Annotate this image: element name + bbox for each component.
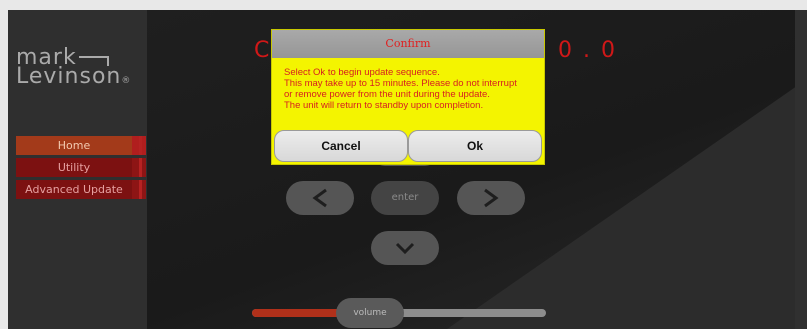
sidebar-nav: Home Utility Advanced Update bbox=[16, 136, 146, 202]
scrollbar[interactable] bbox=[795, 10, 807, 329]
left-button[interactable] bbox=[286, 181, 354, 215]
down-button[interactable] bbox=[371, 231, 439, 265]
display-text-right: 0 . 0 bbox=[558, 38, 617, 63]
dialog-title: Confirm bbox=[272, 30, 544, 58]
sidebar-item-label: Advanced Update bbox=[25, 183, 123, 196]
dialog-message-line: or remove power from the unit during the… bbox=[284, 89, 490, 100]
sidebar: mark Levinson® Home Utility Advanced Upd… bbox=[8, 10, 147, 329]
volume-knob[interactable]: volume bbox=[336, 298, 404, 328]
sidebar-item-home[interactable]: Home bbox=[16, 136, 146, 155]
chevron-left-icon bbox=[312, 188, 327, 208]
sidebar-item-advanced-update[interactable]: Advanced Update bbox=[16, 180, 146, 199]
dialog-actions: Cancel Ok bbox=[274, 130, 542, 162]
chevron-down-icon bbox=[395, 242, 415, 255]
nav-stripe bbox=[139, 180, 142, 199]
confirm-dialog: Confirm Select Ok to begin update sequen… bbox=[272, 30, 544, 164]
display-text-left: C bbox=[254, 38, 272, 63]
dialog-message: Select Ok to begin update sequence. This… bbox=[272, 58, 544, 111]
ok-button[interactable]: Ok bbox=[408, 130, 542, 162]
cancel-button[interactable]: Cancel bbox=[274, 130, 408, 162]
sidebar-item-label: Home bbox=[57, 139, 91, 152]
volume-fill bbox=[252, 309, 344, 317]
logo-line2: Levinson bbox=[16, 64, 122, 89]
dialog-message-line: The unit will return to standby upon com… bbox=[284, 100, 484, 111]
logo-arrow-icon bbox=[78, 56, 109, 66]
nav-stripe bbox=[139, 158, 142, 177]
dialog-message-line: This may take up to 15 minutes. Please d… bbox=[284, 78, 517, 89]
logo-reg-mark: ® bbox=[121, 76, 132, 86]
mark-levinson-logo: mark Levinson® bbox=[16, 47, 144, 91]
nav-stripe bbox=[139, 136, 142, 155]
sidebar-item-utility[interactable]: Utility bbox=[16, 158, 146, 177]
right-button[interactable] bbox=[457, 181, 525, 215]
dialog-message-line: Select Ok to begin update sequence. bbox=[284, 67, 440, 78]
enter-button[interactable]: enter bbox=[371, 181, 439, 215]
sidebar-item-label: Utility bbox=[57, 161, 91, 174]
chevron-right-icon bbox=[484, 188, 499, 208]
